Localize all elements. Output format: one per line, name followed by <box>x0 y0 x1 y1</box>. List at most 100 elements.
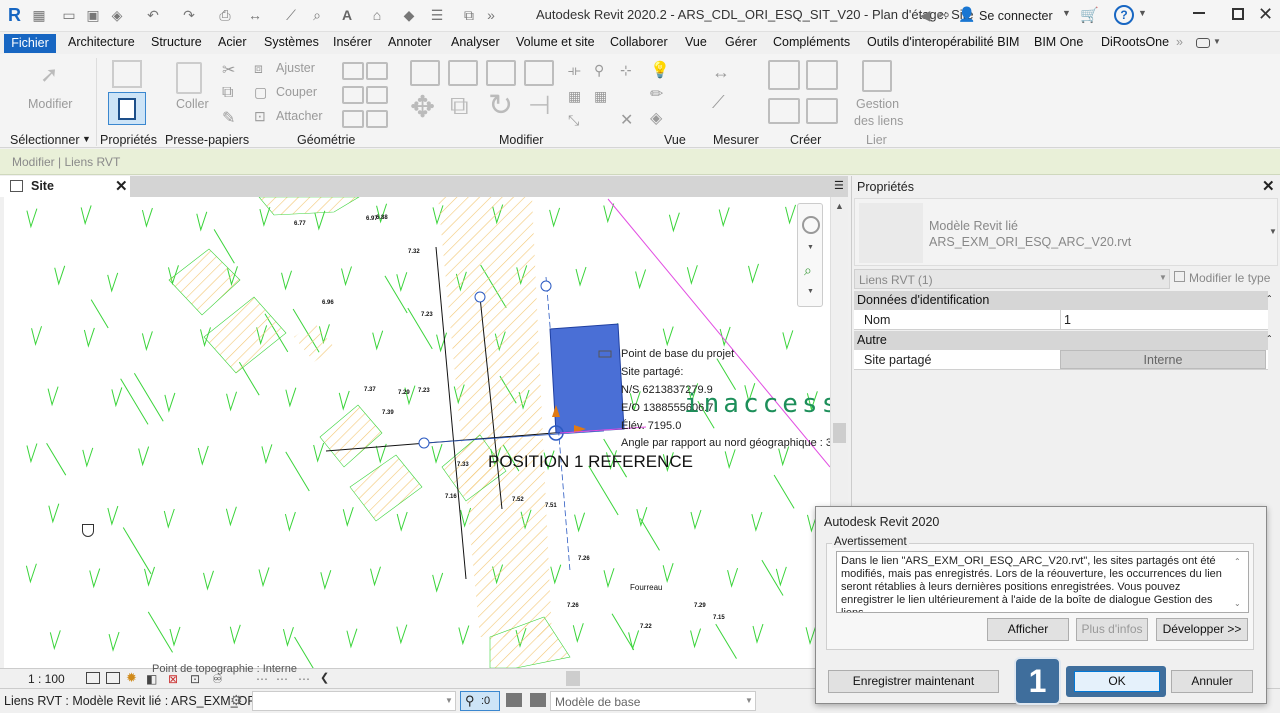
temp-hide-icon[interactable]: ♾ <box>212 672 223 686</box>
maximize-button[interactable] <box>1232 8 1244 20</box>
tab-vue[interactable]: Vue <box>685 35 707 49</box>
section-icon[interactable]: ◆ <box>400 6 418 24</box>
thin-lines-icon[interactable]: ☰ <box>428 6 446 24</box>
reveal-hidden-icon[interactable]: ⋯ <box>256 672 268 686</box>
scale-label[interactable]: 1 : 100 <box>28 672 65 686</box>
type-selector[interactable]: Modèle Revit lié ARS_EXM_ORI_ESQ_ARC_V20… <box>854 198 1278 266</box>
couper-label[interactable]: Couper <box>276 85 317 99</box>
worksharing-icon[interactable]: ⋯ <box>276 672 288 686</box>
ajuster-label[interactable]: Ajuster <box>276 61 315 75</box>
sign-in-label[interactable]: Se connecter <box>979 9 1053 23</box>
create-group-icon[interactable] <box>768 98 800 124</box>
help-icon[interactable]: ? <box>1114 5 1134 25</box>
sun-path-icon[interactable]: ✹ <box>126 670 137 686</box>
trim-icon[interactable]: ⊣ <box>528 90 551 121</box>
tab-systemes[interactable]: Systèmes <box>264 35 319 49</box>
editable-only-icon[interactable] <box>506 693 522 707</box>
plus-infos-button[interactable]: Plus d'infos <box>1076 618 1148 641</box>
shadows-icon[interactable]: ◧ <box>146 672 157 686</box>
measure-between-icon[interactable]: ↔ <box>712 62 730 83</box>
worksets-icon[interactable]: ⚙ <box>230 692 243 709</box>
type-dropdown-icon[interactable]: ▼ <box>1269 227 1277 236</box>
minimize-button[interactable] <box>1193 12 1205 14</box>
enregistrer-maintenant-button[interactable]: Enregistrer maintenant <box>828 670 999 693</box>
print-icon[interactable]: ⎙ <box>216 6 234 24</box>
array-icon[interactable]: ▦ <box>568 88 581 105</box>
tab-architecture[interactable]: Architecture <box>68 35 135 49</box>
mirror-axis-icon[interactable] <box>486 60 516 86</box>
property-value-nom[interactable]: 1 <box>1064 313 1071 327</box>
cursor-icon[interactable]: ➚ <box>40 62 58 88</box>
paste-icon[interactable] <box>176 62 202 94</box>
zoom-icon[interactable]: ⌕ <box>804 262 812 279</box>
panel-toggle-icon[interactable] <box>1196 38 1210 48</box>
section-autre[interactable]: Autre <box>854 331 1268 350</box>
3d-view-icon[interactable]: ⌂ <box>368 6 386 24</box>
delete-x-icon[interactable]: ✕ <box>620 110 633 130</box>
tab-collaborer[interactable]: Collaborer <box>610 35 668 49</box>
drawing-canvas[interactable]: Point de base du projet Site partagé: N/… <box>4 197 830 668</box>
type-properties-icon[interactable] <box>112 60 142 88</box>
wall-join-icon[interactable] <box>342 86 364 104</box>
design-options-icon[interactable] <box>530 693 546 707</box>
scroll-up-icon[interactable]: ▲ <box>835 201 844 211</box>
measure-icon[interactable]: ↔ <box>246 6 264 24</box>
gestion-liens-label-2[interactable]: des liens <box>854 114 903 128</box>
hide-icon[interactable]: 💡 <box>650 60 670 80</box>
cut-icon[interactable]: ✂ <box>222 60 235 80</box>
offset-icon[interactable] <box>448 60 478 86</box>
panel-toggle-dropdown-icon[interactable]: ▼ <box>1213 37 1221 46</box>
view-tab[interactable]: Site ✕ <box>0 176 130 197</box>
close-view-icon[interactable]: ✕ <box>115 177 128 195</box>
scale-icon[interactable]: ⤡ <box>568 112 579 129</box>
afficher-button[interactable]: Afficher <box>987 618 1069 641</box>
ajuster-icon[interactable]: ⧈ <box>254 60 263 77</box>
redo-icon[interactable]: ↷ <box>180 6 198 24</box>
aligned-dimension-icon[interactable]: ⟋ <box>712 92 725 113</box>
crop-visible-icon[interactable]: ⊡ <box>190 672 200 686</box>
gestion-liens-label-1[interactable]: Gestion <box>856 97 899 111</box>
unpin-icon[interactable]: ▦ <box>594 88 607 105</box>
coller-label[interactable]: Coller <box>176 97 209 111</box>
scroll-thumb[interactable] <box>833 423 846 443</box>
rotate-icon[interactable]: ↻ <box>488 88 513 123</box>
developper-button[interactable]: Développer >> <box>1156 618 1248 641</box>
save-icon[interactable]: ▣ <box>84 6 102 24</box>
sign-in-dropdown-icon[interactable]: ▼ <box>1062 8 1071 18</box>
message-scroll-up-icon[interactable]: ⌃ <box>1234 557 1241 566</box>
tab-dirootsone[interactable]: DiRootsOne <box>1101 35 1169 49</box>
group-selectionner[interactable]: Sélectionner <box>10 133 80 147</box>
filter-button[interactable]: ⚲ :0 <box>460 691 500 711</box>
steering-wheel-icon[interactable] <box>802 216 820 234</box>
create-similar-icon[interactable] <box>806 98 838 124</box>
help-dropdown-icon[interactable]: ▼ <box>1138 8 1147 18</box>
warning-message-box[interactable]: Dans le lien "ARS_EXM_ORI_ESQ_ARC_V20.rv… <box>836 551 1249 613</box>
split-icon[interactable]: ⟛ <box>568 62 581 79</box>
tab-bim-one[interactable]: BIM One <box>1034 35 1083 49</box>
selectionner-dropdown-icon[interactable]: ▼ <box>82 134 91 144</box>
modifier-label[interactable]: Modifier <box>28 97 72 111</box>
binoculars-icon[interactable]: ⚯ <box>934 6 952 24</box>
mirror-draw-icon[interactable] <box>524 60 554 86</box>
tab-inserer[interactable]: Insérer <box>333 35 372 49</box>
section-identification[interactable]: Données d'identification <box>854 291 1268 310</box>
cart-icon[interactable]: 🛒 <box>1080 6 1099 24</box>
nav-dropdown-icon[interactable]: ▼ <box>807 244 814 251</box>
close-window-button[interactable]: ✕ <box>1258 4 1273 25</box>
instance-selector[interactable]: Liens RVT (1) ▼ <box>854 269 1170 289</box>
sync-icon[interactable]: ◈ <box>108 6 126 24</box>
dimension-icon[interactable]: ⟋ <box>282 6 300 24</box>
delete-icon[interactable]: ⊹ <box>620 62 632 79</box>
override-icon[interactable]: ✏ <box>650 84 663 104</box>
edit-type-button[interactable]: Modifier le type <box>1189 271 1270 285</box>
attacher-icon[interactable]: ⊡ <box>254 108 266 125</box>
join-icon[interactable] <box>366 62 388 80</box>
tab-acier[interactable]: Acier <box>218 35 246 49</box>
app-menu-icon[interactable]: ▦ <box>30 6 48 24</box>
text-icon[interactable]: A <box>338 6 356 24</box>
undo-icon[interactable]: ↶ <box>144 6 162 24</box>
workset-dropdown-icon[interactable]: ▼ <box>445 696 453 705</box>
revit-logo-icon[interactable]: R <box>8 5 24 25</box>
message-scroll-down-icon[interactable]: ⌄ <box>1234 599 1241 608</box>
couper-icon[interactable]: ▢ <box>254 84 267 101</box>
